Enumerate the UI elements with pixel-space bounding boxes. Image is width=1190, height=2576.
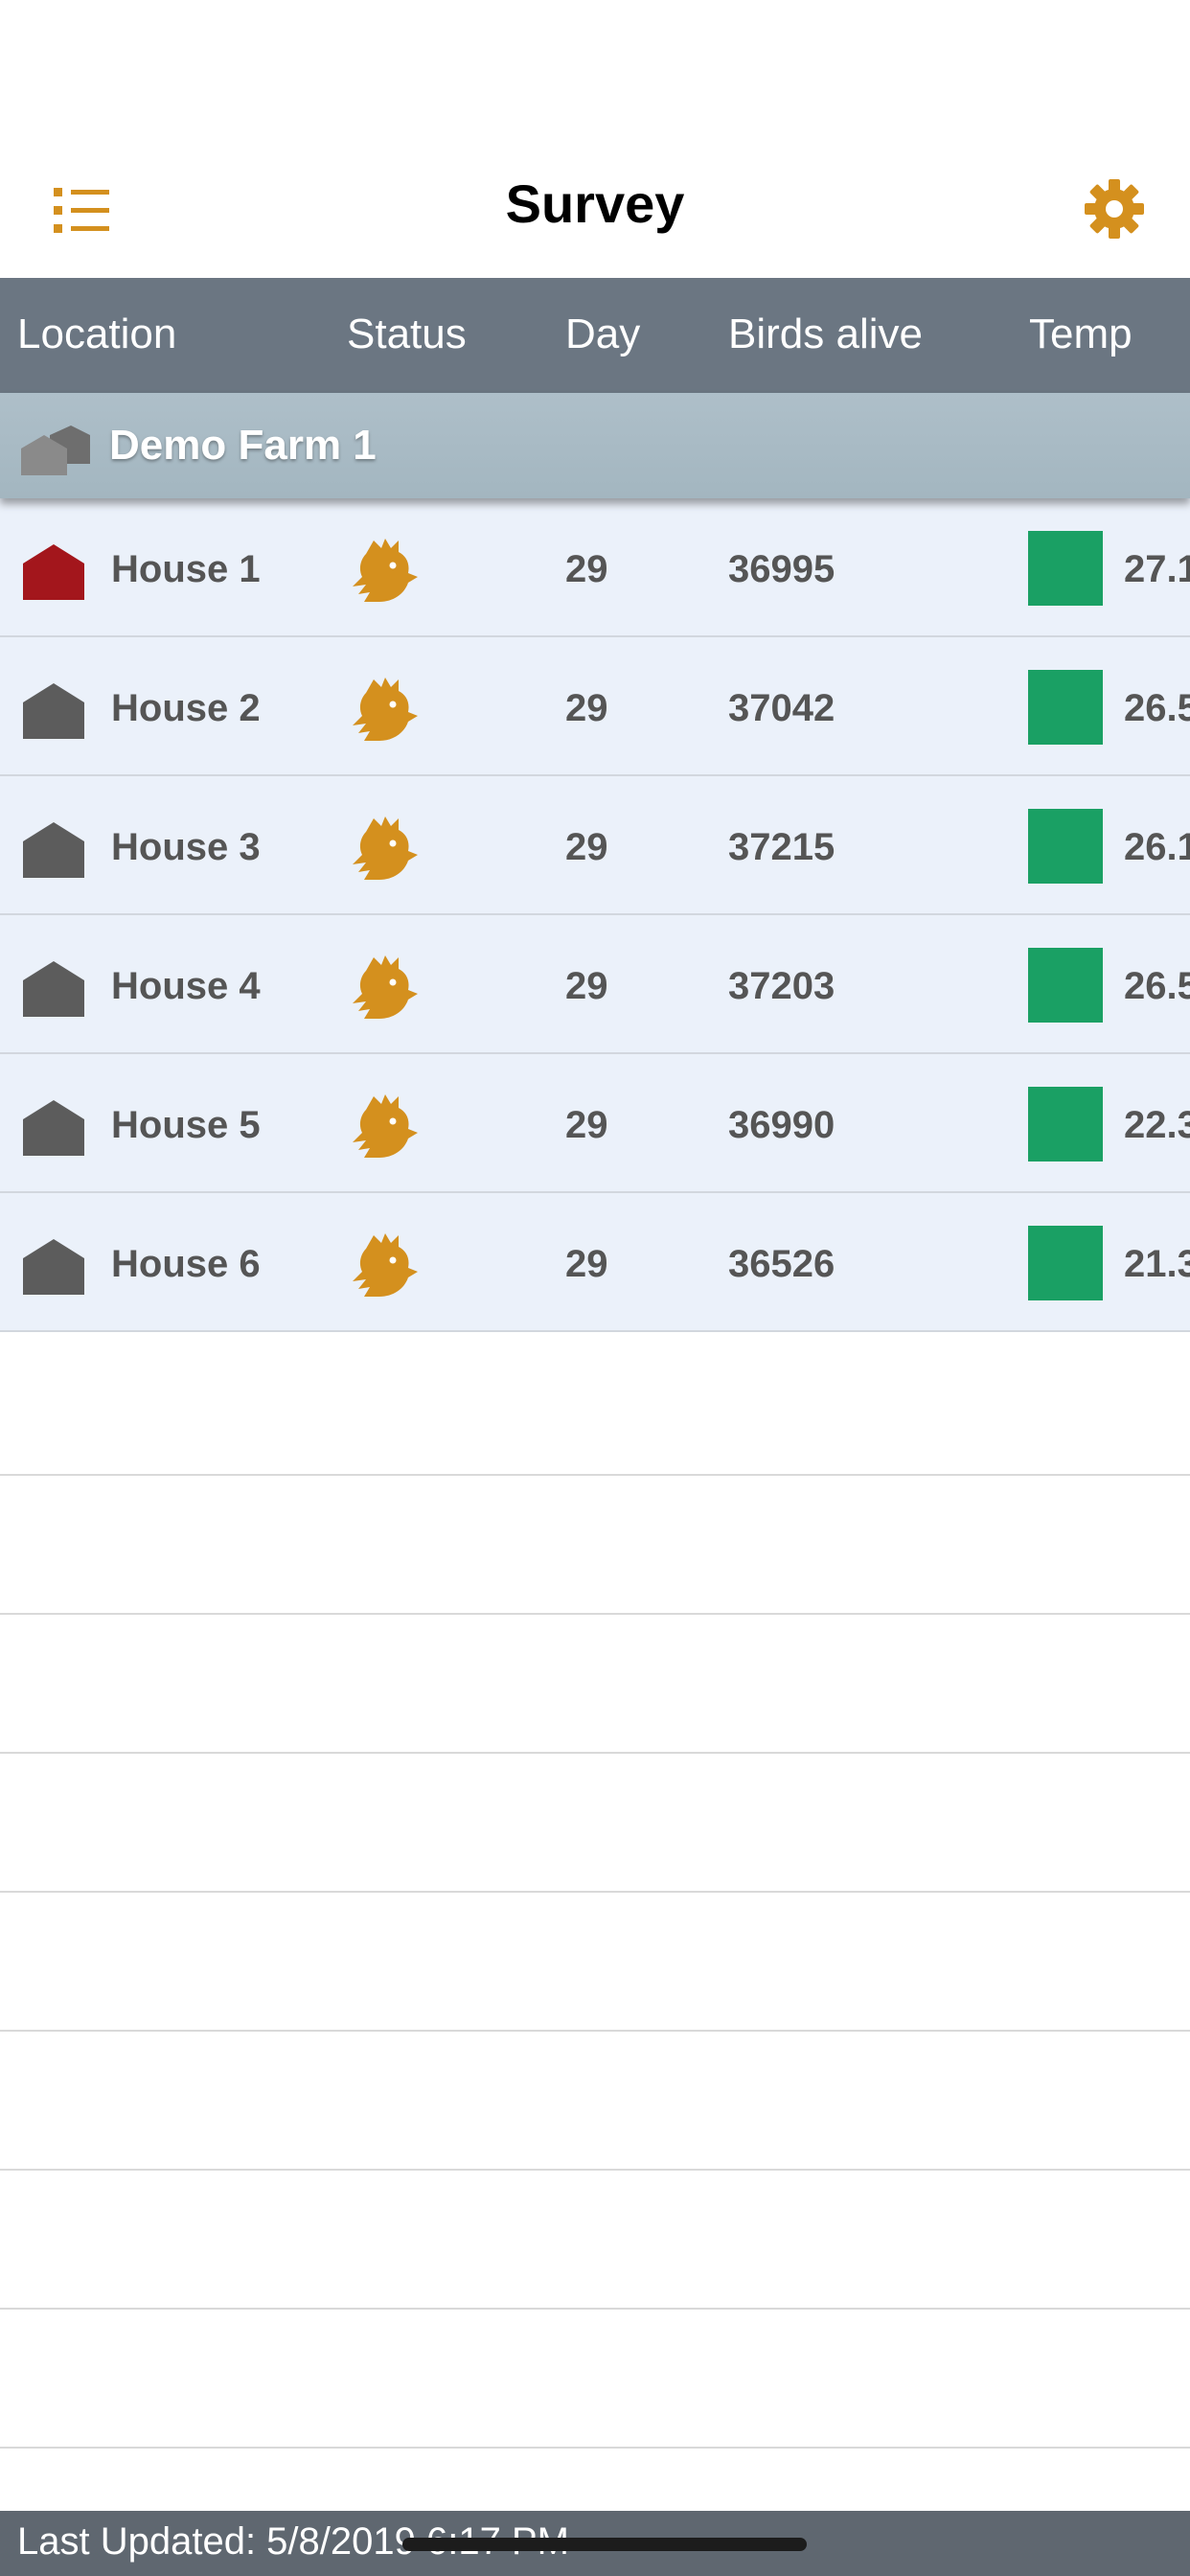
empty-row <box>0 1754 1190 1893</box>
house-birds-alive: 37042 <box>728 687 835 729</box>
chicken-icon <box>345 1230 422 1299</box>
house-name: House 3 <box>111 826 261 868</box>
temp-status-indicator <box>1028 1226 1103 1300</box>
house-icon <box>23 544 84 600</box>
column-header-day[interactable]: Day <box>565 310 640 358</box>
table-row[interactable]: House 5 29 36990 22.3 <box>0 1054 1190 1193</box>
house-temp: 27.1 <box>1124 548 1190 590</box>
temp-status-indicator <box>1028 948 1103 1023</box>
table-row[interactable]: House 4 29 37203 26.5 <box>0 915 1190 1054</box>
page-title: Survey <box>505 173 685 234</box>
house-name: House 6 <box>111 1243 261 1285</box>
house-day: 29 <box>565 687 608 729</box>
house-name: House 1 <box>111 548 261 590</box>
temp-status-indicator <box>1028 670 1103 745</box>
house-icon <box>23 1100 84 1156</box>
house-day: 29 <box>565 548 608 590</box>
house-name: House 5 <box>111 1104 261 1146</box>
column-header-status[interactable]: Status <box>347 310 467 358</box>
house-temp: 26.5 <box>1124 965 1190 1007</box>
house-icon <box>23 961 84 1017</box>
farm-group-header[interactable]: Demo Farm 1 <box>0 393 1190 498</box>
table-row[interactable]: House 6 29 36526 21.3 <box>0 1193 1190 1332</box>
house-temp: 21.3 <box>1124 1243 1190 1285</box>
house-temp: 22.3 <box>1124 1104 1190 1146</box>
empty-row <box>0 2032 1190 2171</box>
chicken-icon <box>345 674 422 743</box>
farm-icon <box>19 422 92 475</box>
chicken-icon <box>345 952 422 1021</box>
farm-name: Demo Farm 1 <box>109 422 377 469</box>
house-birds-alive: 36995 <box>728 548 835 590</box>
chicken-icon <box>345 1091 422 1160</box>
house-day: 29 <box>565 1104 608 1146</box>
navigation-bar: Survey <box>0 0 1190 278</box>
column-header-bar: Location Status Day Birds alive Temp <box>0 278 1190 393</box>
chicken-icon <box>345 535 422 604</box>
column-header-location[interactable]: Location <box>17 310 176 358</box>
house-birds-alive: 36990 <box>728 1104 835 1146</box>
column-header-birds-alive[interactable]: Birds alive <box>728 310 923 358</box>
house-day: 29 <box>565 1243 608 1285</box>
column-header-temp[interactable]: Temp <box>1029 310 1133 358</box>
house-birds-alive: 36526 <box>728 1243 835 1285</box>
temp-status-indicator <box>1028 531 1103 606</box>
table-row[interactable]: House 3 29 37215 26.1 <box>0 776 1190 915</box>
house-birds-alive: 37215 <box>728 826 835 868</box>
empty-row <box>0 1615 1190 1754</box>
home-indicator[interactable] <box>402 2538 807 2551</box>
house-birds-alive: 37203 <box>728 965 835 1007</box>
house-icon <box>23 683 84 739</box>
house-name: House 4 <box>111 965 261 1007</box>
temp-status-indicator <box>1028 1087 1103 1162</box>
gear-icon[interactable] <box>1083 177 1146 241</box>
empty-list-area <box>0 1337 1190 2449</box>
table-row[interactable]: House 2 29 37042 26.5 <box>0 637 1190 776</box>
house-icon <box>23 1239 84 1295</box>
empty-row <box>0 1337 1190 1476</box>
house-name: House 2 <box>111 687 261 729</box>
empty-row <box>0 1893 1190 2032</box>
temp-status-indicator <box>1028 809 1103 884</box>
house-temp: 26.5 <box>1124 687 1190 729</box>
house-day: 29 <box>565 826 608 868</box>
house-temp: 26.1 <box>1124 826 1190 868</box>
empty-row <box>0 1476 1190 1615</box>
house-icon <box>23 822 84 878</box>
empty-row <box>0 2310 1190 2449</box>
empty-row <box>0 2171 1190 2310</box>
table-row[interactable]: House 1 29 36995 27.1 <box>0 498 1190 637</box>
house-list: House 1 29 36995 27.1 House 2 29 37042 2… <box>0 498 1190 1332</box>
house-day: 29 <box>565 965 608 1007</box>
chicken-icon <box>345 813 422 882</box>
